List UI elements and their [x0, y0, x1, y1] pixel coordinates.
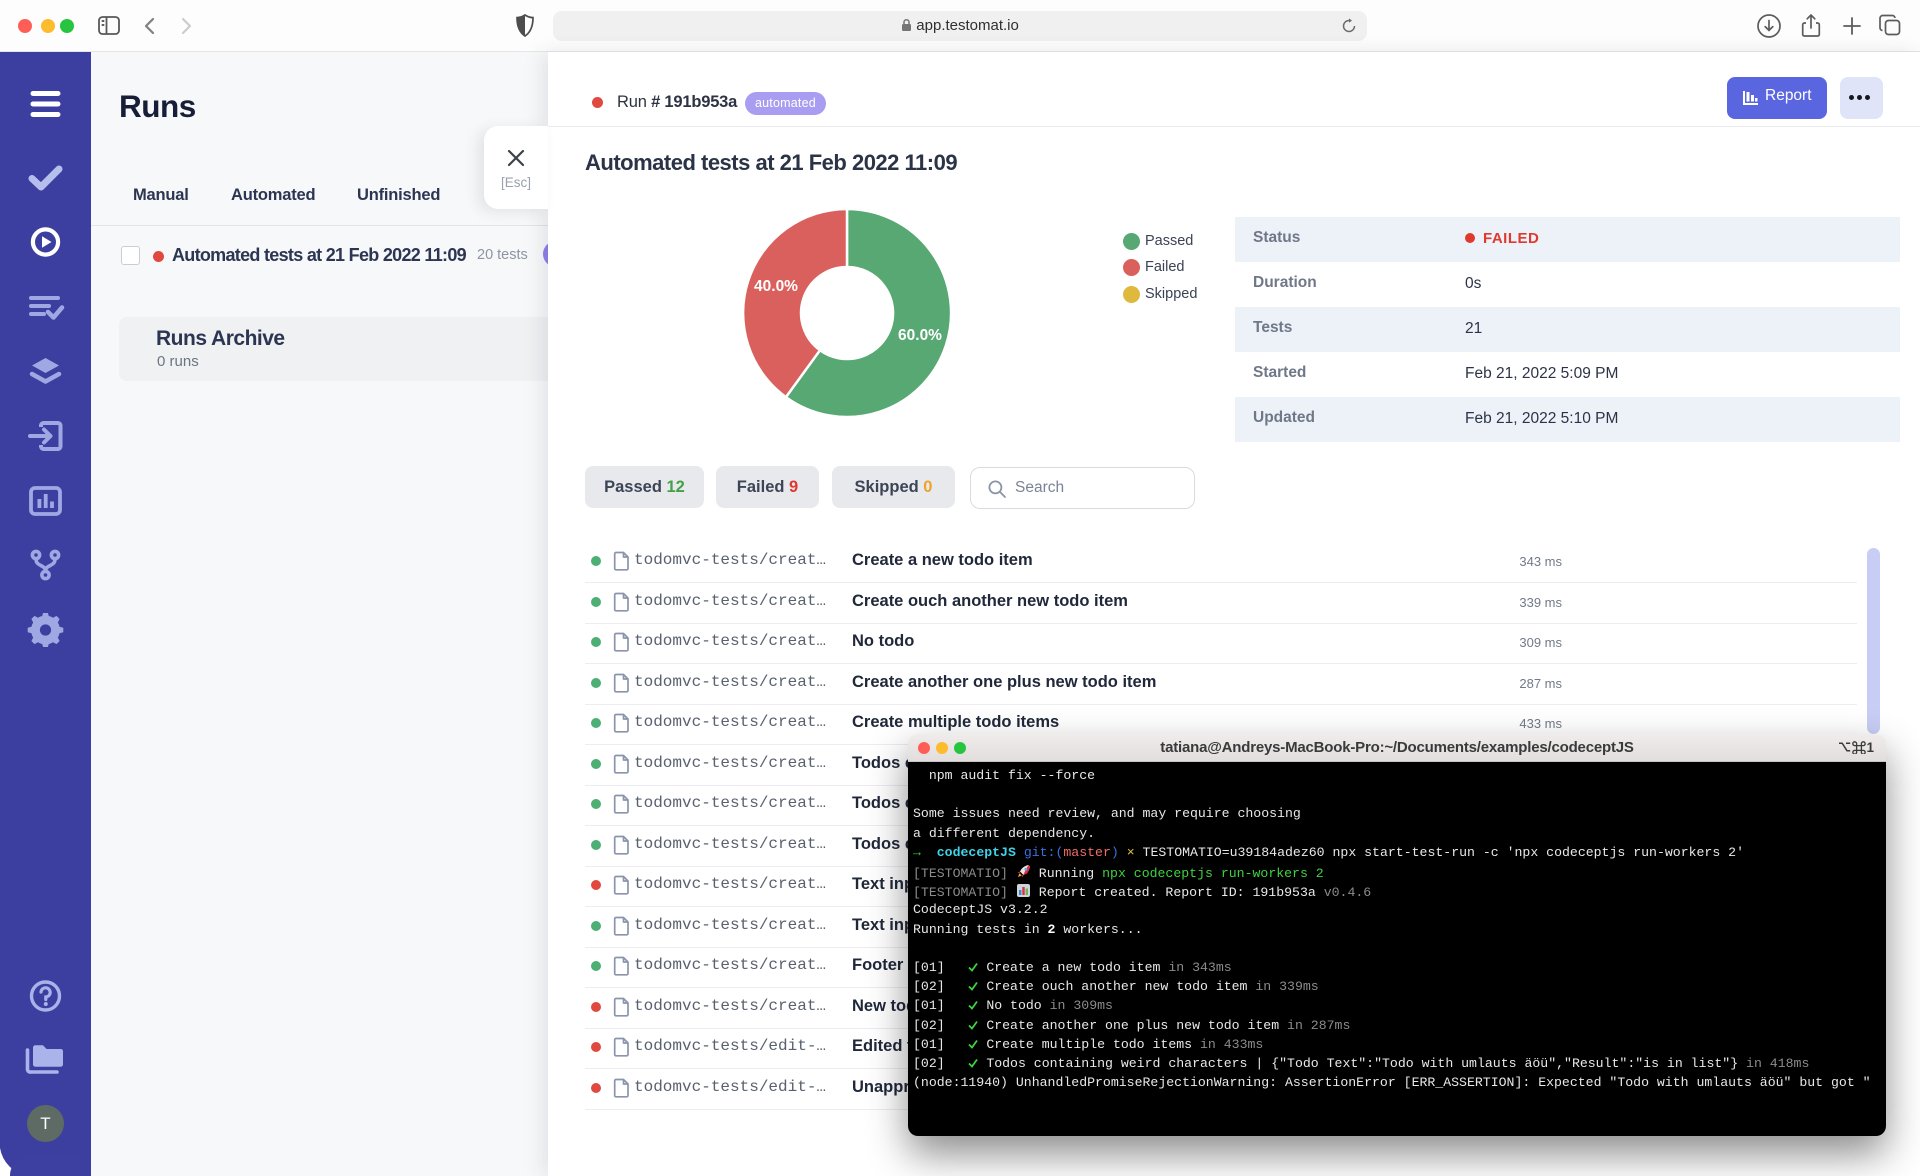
svg-text:60.0%: 60.0% [898, 327, 942, 344]
svg-text:40.0%: 40.0% [754, 278, 798, 295]
